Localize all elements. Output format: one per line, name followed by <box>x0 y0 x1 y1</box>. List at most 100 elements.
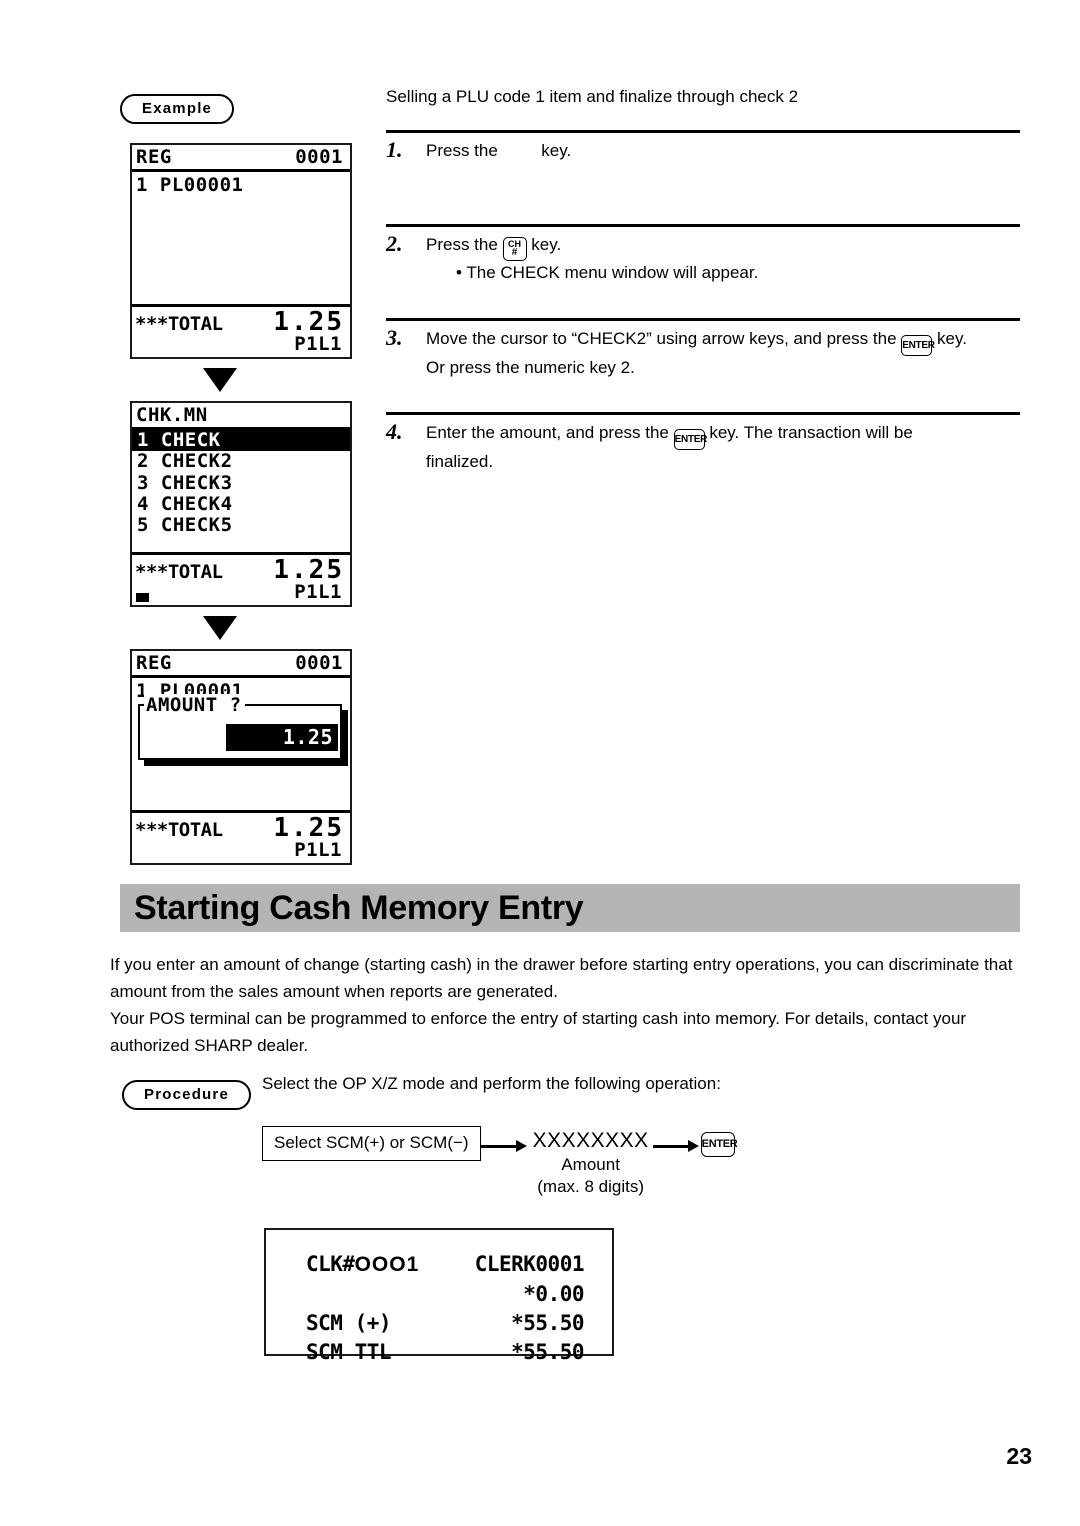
section-heading-bar: Starting Cash Memory Entry <box>120 884 1020 932</box>
procedure-intro-text: Select the OP X/Z mode and perform the f… <box>262 1074 721 1093</box>
lcd-menu-list: 1 CHECK 2 CHECK2 3 CHECK3 4 CHECK4 5 CHE… <box>132 429 350 552</box>
receipt-row-value: *0.00 <box>523 1281 584 1306</box>
step-text: Press the CH # key. <box>426 233 1020 261</box>
example-badge-wrap: Example <box>120 94 235 124</box>
step-text-after: key. The transaction will be <box>709 422 913 442</box>
lcd-mode-label: REG <box>136 652 172 674</box>
menu-item-label: CHECK2 <box>160 450 233 473</box>
page-title: Starting Cash Memory Entry <box>134 888 584 927</box>
lcd-cursor-block-icon <box>136 593 149 602</box>
receipt-clerk-code: CLK#OOO1 <box>306 1250 419 1280</box>
body-paragraph-1: If you enter an amount of change (starti… <box>110 955 1013 1001</box>
menu-item-check2[interactable]: 2 CHECK2 <box>136 451 346 472</box>
flow-down-arrow-icon <box>203 616 237 640</box>
example-section: Example REG 0001 1 PL00001 ***TOTAL 1.25… <box>0 0 1080 865</box>
amount-dialog-label: AMOUNT ? <box>144 693 245 716</box>
procedure-badge: Procedure <box>122 1080 251 1110</box>
procedure-badge-wrap: Procedure <box>122 1080 251 1110</box>
step-text-before: Enter the amount, and press the <box>426 422 669 442</box>
step-text-after: key. <box>541 140 572 160</box>
menu-item-check4[interactable]: 4 CHECK4 <box>136 492 346 515</box>
lcd-page-line: P1L1 <box>294 333 342 355</box>
menu-item-number: 1 <box>137 429 149 451</box>
flow-select-scm-box: Select SCM(+) or SCM(−) <box>262 1126 481 1162</box>
menu-item-number: 3 <box>137 471 149 494</box>
step-number: 1 <box>386 137 403 163</box>
receipt-clk-prefix: CLK# <box>306 1252 355 1276</box>
lcd-counter-label: 0001 <box>295 652 343 674</box>
example-badge: Example <box>120 94 235 124</box>
lcd-total-section: ***TOTAL 1.25 P1L1 <box>132 810 350 863</box>
lcd-mode-label: REG <box>136 146 172 168</box>
check-menu-display: CHK.MN 1 CHECK 2 CHECK2 3 CHECK3 4 CHECK… <box>130 401 352 607</box>
lcd-header: CHK.MN <box>132 403 350 430</box>
enter-key-icon[interactable]: ENTER <box>901 334 935 356</box>
flow-amount-group: XXXXXXXX Amount (max. 8 digits) <box>529 1126 653 1197</box>
step-text-after: key. <box>531 234 562 254</box>
lcd-body: 1 PL00001 AMOUNT ? 1.25 <box>132 678 350 810</box>
flow-enter-group: ENTER <box>700 1132 738 1157</box>
lcd-header: REG 0001 <box>132 651 350 678</box>
menu-item-label: CHECK <box>160 429 221 451</box>
body-paragraph-2: Your POS terminal can be programmed to e… <box>110 1008 967 1055</box>
receipt-clk-zeros: OOO <box>354 1253 407 1276</box>
step-3: 3 Move the cursor to “CHECK2” using arro… <box>386 317 1020 412</box>
receipt-row: SCM TTL *55.50 <box>306 1338 584 1367</box>
receipt-clk-suffix: 1 <box>406 1253 420 1276</box>
step-subtext: finalized. <box>426 451 494 471</box>
lcd-total-section: ***TOTAL 1.25 P1L1 <box>132 304 350 357</box>
receipt-row: SCM (+) *55.50 <box>306 1309 584 1338</box>
lcd-page-line: P1L1 <box>294 839 342 861</box>
amount-dialog: AMOUNT ? 1.25 <box>138 693 348 766</box>
ch-key-line2: # <box>511 246 518 258</box>
menu-item-check5[interactable]: 5 CHECK5 <box>136 514 346 537</box>
menu-item-number: 2 <box>137 450 149 473</box>
menu-item-label: CHECK3 <box>160 471 233 494</box>
menu-item-label: CHECK4 <box>160 492 233 515</box>
step-subtext: Or press the numeric key 2. <box>426 357 635 377</box>
flow-amount-note: (max. 8 digits) <box>537 1176 644 1196</box>
receipt-sample: CLK#OOO1 CLERK0001 *0.00 SCM (+) *55.50 … <box>264 1228 614 1364</box>
enter-key-icon[interactable]: ENTER <box>673 428 707 450</box>
menu-item-number: 5 <box>137 514 149 537</box>
receipt-row-clerk: CLK#OOO1 CLERK0001 <box>306 1250 585 1280</box>
amount-input-field[interactable]: 1.25 <box>226 723 338 751</box>
flow-arrow-right-icon <box>480 1138 529 1155</box>
reg-plu-display: REG 0001 1 PL00001 ***TOTAL 1.25 P1L1 <box>130 143 352 359</box>
lcd-header: REG 0001 <box>132 145 350 172</box>
menu-item-label: CHECK5 <box>160 514 233 537</box>
amount-dialog-box: AMOUNT ? 1.25 <box>138 693 342 760</box>
ch-hash-key-icon[interactable]: CH # <box>502 236 527 261</box>
menu-item-check3[interactable]: 3 CHECK3 <box>136 471 346 494</box>
flow-amount-caption: Amount <box>561 1155 620 1175</box>
receipt-row-label: SCM TTL <box>306 1339 392 1364</box>
flow-amount-placeholder: XXXXXXXX <box>532 1129 649 1152</box>
page-number: 23 <box>1006 1443 1032 1469</box>
flow-down-arrow-icon <box>203 368 237 392</box>
lcd-counter-label: 0001 <box>295 146 343 168</box>
steps-list: Selling a PLU code 1 item and finalize t… <box>386 86 1020 506</box>
lcd-total-label: ***TOTAL <box>135 313 223 335</box>
step-text: Move the cursor to “CHECK2” using arrow … <box>426 327 1020 356</box>
step-1: 1 Press the key. <box>386 129 1020 224</box>
lcd-total-label: ***TOTAL <box>135 819 223 841</box>
step-text-before: Press the <box>426 234 498 254</box>
menu-item-check[interactable]: 1 CHECK <box>132 429 350 452</box>
receipt-row-value: *55.50 <box>511 1310 584 1335</box>
lcd-page-line: P1L1 <box>294 581 342 603</box>
step-text: Press the key. <box>426 139 1020 164</box>
step-4: 4 Enter the amount, and press the ENTER … <box>386 411 1020 506</box>
lcd-total-section: ***TOTAL 1.25 P1L1 <box>132 552 350 605</box>
section-body-copy: If you enter an amount of change (starti… <box>110 952 1015 1059</box>
receipt-row-label: SCM (+) <box>306 1310 392 1335</box>
step-text-after: key. <box>937 328 967 348</box>
step-2: 2 Press the CH# key. • The CHECK menu wi… <box>386 223 1020 318</box>
step-text-before: Press the <box>426 140 498 160</box>
step-number: 3 <box>386 325 403 351</box>
example-intro-text: Selling a PLU code 1 item and finalize t… <box>386 87 799 106</box>
lcd-total-label: ***TOTAL <box>135 561 223 583</box>
enter-key-icon[interactable]: ENTER <box>700 1132 738 1157</box>
flow-arrow-right-icon <box>652 1138 701 1155</box>
procedure-flow-diagram: Select SCM(+) or SCM(−) XXXXXXXX Amount … <box>262 1126 738 1197</box>
menu-item-number: 4 <box>137 492 149 515</box>
